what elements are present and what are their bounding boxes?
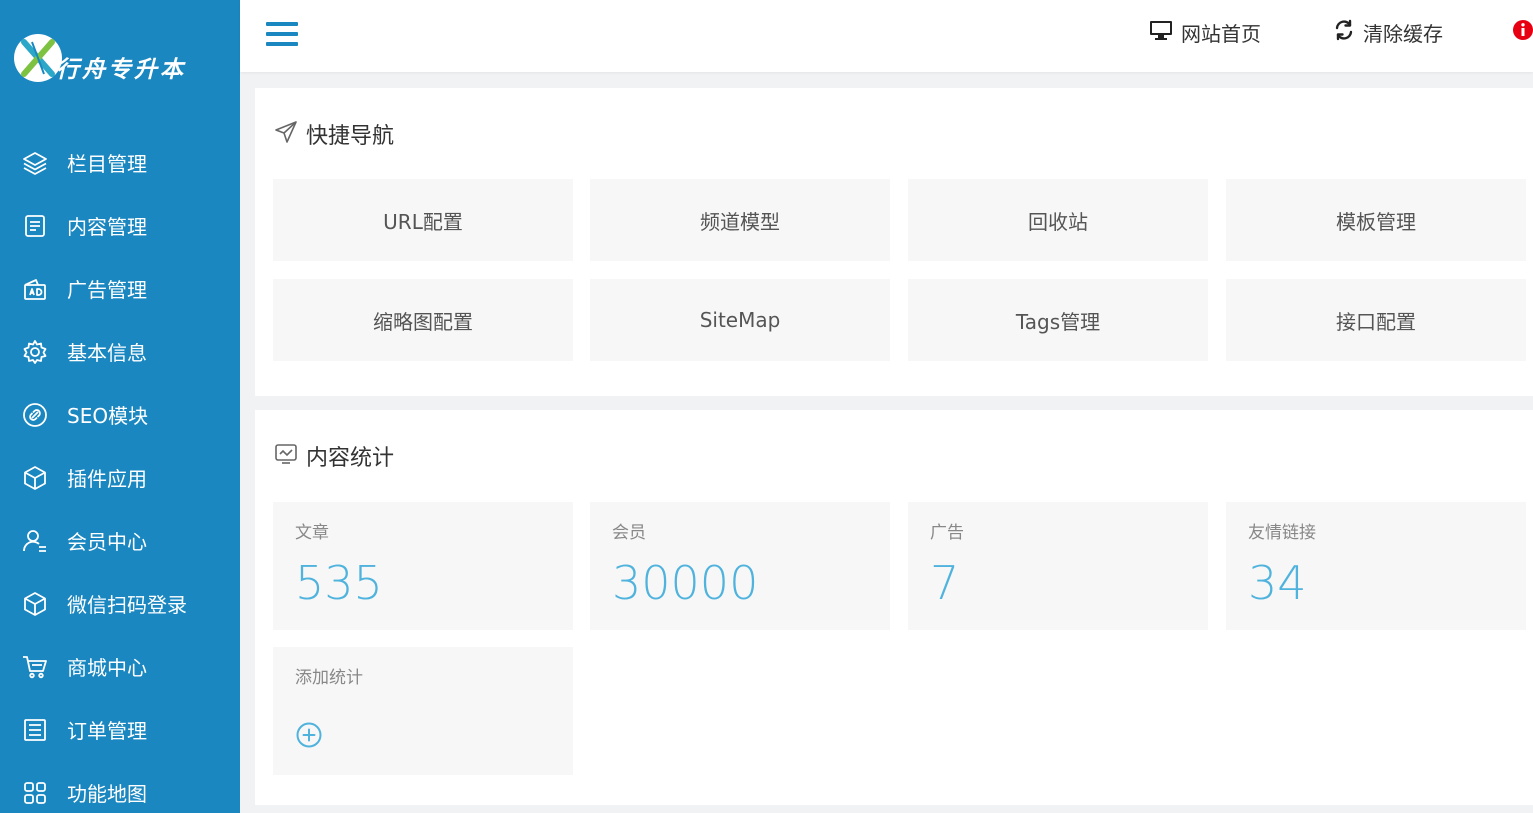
sidebar-nav: 栏目管理 内容管理 广告管理 基本信息 SEO模块 插件应用 会员中心 微信扫码… — [0, 131, 240, 813]
user-icon — [22, 528, 48, 554]
info-icon — [1512, 19, 1533, 45]
sidebar-item-label: 基本信息 — [67, 341, 147, 365]
stat-card-ads[interactable]: 广告 7 — [908, 502, 1208, 630]
site-home-link[interactable]: 网站首页 — [1149, 18, 1261, 46]
brand-logo[interactable]: 行舟专升本 — [12, 30, 222, 86]
gear-icon — [22, 339, 48, 365]
nav-tile-api-config[interactable]: 接口配置 — [1226, 279, 1526, 361]
quick-nav-panel: 快捷导航 URL配置 频道模型 回收站 模板管理 缩略图配置 SiteMap T… — [255, 88, 1533, 396]
sidebar-item-plugins[interactable]: 插件应用 — [0, 446, 240, 509]
add-stat-card[interactable]: 添加统计 — [273, 647, 573, 775]
sidebar-item-label: 栏目管理 — [67, 152, 147, 176]
nav-tile-channel-model[interactable]: 频道模型 — [590, 179, 890, 261]
monitor-icon — [1149, 19, 1173, 45]
nav-tile-sitemap[interactable]: SiteMap — [590, 279, 890, 361]
sidebar-item-label: 商城中心 — [67, 656, 147, 680]
cart-icon — [22, 654, 48, 680]
nav-tile-url-config[interactable]: URL配置 — [273, 179, 573, 261]
link-icon — [22, 402, 48, 428]
stat-label: 友情链接 — [1248, 523, 1316, 543]
stat-value: 535 — [295, 556, 383, 610]
nav-tile-thumbnail-config[interactable]: 缩略图配置 — [273, 279, 573, 361]
clear-cache-label: 清除缓存 — [1363, 21, 1443, 46]
layers-icon — [22, 150, 48, 176]
sidebar-item-function-map[interactable]: 功能地图 — [0, 761, 240, 813]
sidebar-item-label: SEO模块 — [67, 404, 149, 428]
sidebar-item-content[interactable]: 内容管理 — [0, 194, 240, 257]
sidebar-item-label: 广告管理 — [67, 278, 147, 302]
cube-icon — [22, 591, 48, 617]
top-header: 网站首页 清除缓存 — [240, 0, 1533, 72]
grid-icon — [22, 780, 48, 806]
sidebar-item-label: 功能地图 — [67, 782, 147, 806]
sidebar-item-wechat-login[interactable]: 微信扫码登录 — [0, 572, 240, 635]
sidebar-item-orders[interactable]: 订单管理 — [0, 698, 240, 761]
stat-value: 34 — [1248, 556, 1307, 610]
chart-screen-icon — [274, 442, 298, 470]
add-stat-label: 添加统计 — [295, 668, 363, 688]
sidebar-item-column[interactable]: 栏目管理 — [0, 131, 240, 194]
quick-nav-heading: 快捷导航 — [274, 118, 394, 150]
stats-heading: 内容统计 — [274, 440, 394, 472]
menu-toggle-button[interactable] — [266, 22, 298, 48]
sidebar-item-label: 订单管理 — [67, 719, 147, 743]
quick-nav-title: 快捷导航 — [306, 124, 395, 149]
brand-name: 行舟专升本 — [56, 57, 186, 83]
sidebar-item-label: 会员中心 — [67, 530, 147, 554]
sidebar-item-seo[interactable]: SEO模块 — [0, 383, 240, 446]
clear-cache-button[interactable]: 清除缓存 — [1333, 18, 1443, 46]
sidebar-item-shop[interactable]: 商城中心 — [0, 635, 240, 698]
stat-label: 会员 — [612, 523, 646, 543]
stats-title: 内容统计 — [306, 446, 395, 471]
stat-value: 30000 — [612, 556, 759, 610]
stat-label: 文章 — [295, 523, 329, 543]
sidebar-item-ads[interactable]: 广告管理 — [0, 257, 240, 320]
add-circle-icon[interactable] — [296, 722, 322, 752]
content-stats-panel: 内容统计 文章 535 会员 30000 广告 7 友情链接 34 添加统计 — [255, 410, 1533, 805]
stat-card-friend-links[interactable]: 友情链接 34 — [1226, 502, 1526, 630]
sidebar-item-basic-info[interactable]: 基本信息 — [0, 320, 240, 383]
stat-label: 广告 — [930, 523, 964, 543]
nav-tile-template-manage[interactable]: 模板管理 — [1226, 179, 1526, 261]
sidebar-item-label: 微信扫码登录 — [67, 593, 187, 617]
send-icon — [274, 120, 298, 148]
stat-value: 7 — [930, 556, 960, 610]
refresh-icon — [1333, 19, 1355, 45]
site-home-label: 网站首页 — [1181, 21, 1261, 46]
nav-tile-tags-manage[interactable]: Tags管理 — [908, 279, 1208, 361]
document-icon — [22, 213, 48, 239]
sidebar-item-members[interactable]: 会员中心 — [0, 509, 240, 572]
list-icon — [22, 717, 48, 743]
cube-icon — [22, 465, 48, 491]
info-button[interactable] — [1512, 18, 1533, 46]
sidebar-item-label: 插件应用 — [67, 467, 147, 491]
stat-card-articles[interactable]: 文章 535 — [273, 502, 573, 630]
sidebar-item-label: 内容管理 — [67, 215, 147, 239]
ad-icon — [22, 276, 48, 302]
stat-card-members[interactable]: 会员 30000 — [590, 502, 890, 630]
nav-tile-recycle-bin[interactable]: 回收站 — [908, 179, 1208, 261]
sidebar: 行舟专升本 栏目管理 内容管理 广告管理 基本信息 SEO模块 插件应用 会员中… — [0, 0, 240, 813]
